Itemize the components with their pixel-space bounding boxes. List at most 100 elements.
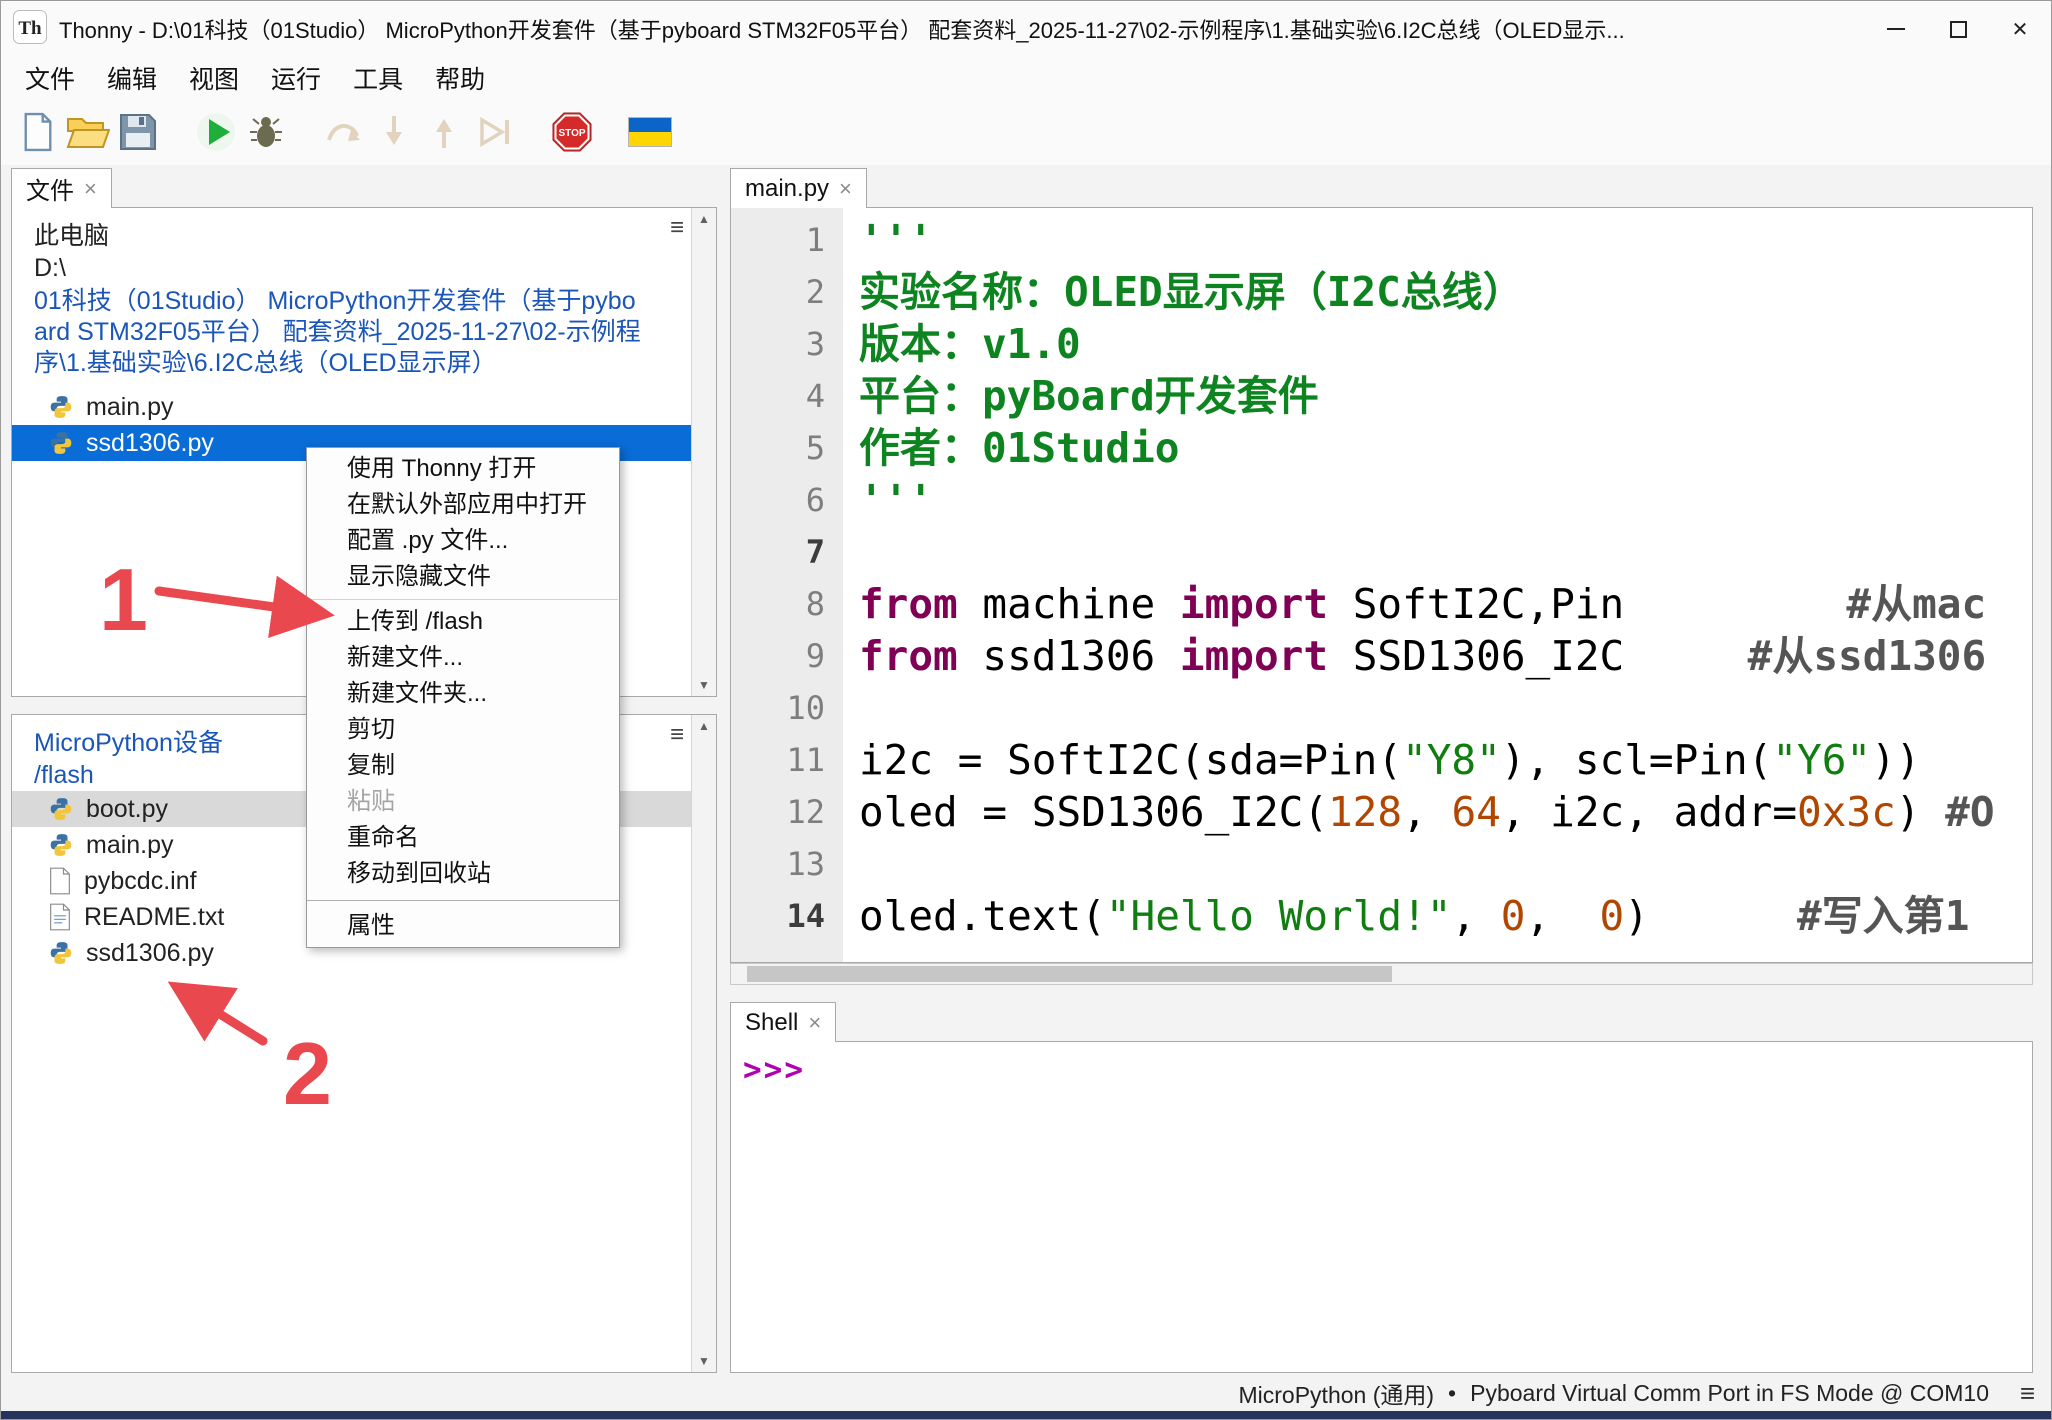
menu-tools[interactable]: 工具 <box>337 57 419 103</box>
context-menu-item[interactable]: 配置 .py 文件... <box>307 523 619 559</box>
files-panel-menu-icon[interactable]: ≡ <box>670 214 684 242</box>
ukraine-flag-icon <box>628 117 672 152</box>
file-icon <box>48 867 72 895</box>
status-interpreter[interactable]: MicroPython (通用) <box>1239 1376 1435 1410</box>
editor-horizontal-scrollbar[interactable] <box>730 963 2033 985</box>
shell-tab-label: Shell <box>745 1009 798 1037</box>
maximize-icon <box>1950 21 1967 38</box>
scroll-up-icon[interactable]: ▲ <box>692 719 716 733</box>
statusbar-menu-icon[interactable]: ≡ <box>2020 1378 2035 1409</box>
context-menu-item[interactable]: 上传到 /flash <box>307 604 619 640</box>
context-menu-item[interactable]: 重命名 <box>307 820 619 856</box>
code-line <box>859 838 2032 890</box>
scroll-up-icon[interactable]: ▲ <box>692 212 716 226</box>
tab-close-icon[interactable]: × <box>808 1010 821 1036</box>
scroll-down-icon[interactable]: ▼ <box>692 678 716 692</box>
python-icon <box>48 940 74 966</box>
tree-item-current-folder[interactable]: 01科技（01Studio） MicroPython开发套件（基于pyboard… <box>12 286 646 379</box>
menu-view[interactable]: 视图 <box>173 57 255 103</box>
context-menu-item[interactable]: 显示隐藏文件 <box>307 559 619 595</box>
menu-help[interactable]: 帮助 <box>419 57 501 103</box>
code-line <box>859 682 2032 734</box>
resume-button <box>471 109 517 159</box>
context-menu-item[interactable]: 属性 <box>307 908 619 944</box>
code-line <box>859 526 2032 578</box>
status-port[interactable]: Pyboard Virtual Comm Port in FS Mode @ C… <box>1470 1380 1989 1407</box>
file-name: README.txt <box>84 903 224 932</box>
open-file-button[interactable] <box>65 109 111 159</box>
svg-text:STOP: STOP <box>558 128 585 139</box>
status-bullet: • <box>1448 1380 1456 1407</box>
files-scrollbar[interactable]: ▲ ▼ <box>691 208 716 696</box>
menubar: 文件编辑视图运行工具帮助 <box>1 57 2051 103</box>
code-line: ''' <box>859 214 2032 266</box>
files-panel-tab[interactable]: 文件 × <box>11 168 112 208</box>
statusbar: MicroPython (通用) • Pyboard Virtual Comm … <box>1 1375 2051 1411</box>
menu-file[interactable]: 文件 <box>9 57 91 103</box>
line-number-gutter: 1234567891011121314 <box>731 208 843 962</box>
tree-item-drive-d[interactable]: D:\ <box>12 252 692 284</box>
context-menu-item[interactable]: 复制 <box>307 748 619 784</box>
file-name: ssd1306.py <box>86 429 214 458</box>
context-menu-item[interactable]: 移动到回收站 <box>307 856 619 892</box>
editor-tab[interactable]: main.py × <box>730 168 867 208</box>
menu-edit[interactable]: 编辑 <box>91 57 173 103</box>
shell-panel[interactable]: >>> <box>730 1041 2033 1373</box>
step-over-button <box>321 109 367 159</box>
line-number: 1 <box>731 214 843 266</box>
resume-icon <box>474 112 514 157</box>
tab-close-icon[interactable]: × <box>839 176 852 202</box>
run-button[interactable] <box>193 109 239 159</box>
close-button[interactable]: ✕ <box>1989 1 2051 57</box>
thonny-window: Th Thonny - D:\01科技（01Studio） MicroPytho… <box>0 0 2052 1420</box>
textfile-icon <box>48 903 72 931</box>
svg-text:Th: Th <box>18 18 42 39</box>
code-area[interactable]: '''实验名称：OLED显示屏（I2C总线）版本：v1.0平台：pyBoard开… <box>843 208 2032 962</box>
scroll-down-icon[interactable]: ▼ <box>692 1354 716 1368</box>
run-icon <box>196 112 236 157</box>
debug-bug-icon <box>246 112 286 157</box>
code-editor[interactable]: 1234567891011121314 '''实验名称：OLED显示屏（I2C总… <box>730 207 2033 963</box>
code-line: oled = SSD1306_I2C(128, 64, i2c, addr=0x… <box>859 786 2032 838</box>
minimize-button[interactable] <box>1865 1 1927 57</box>
tree-item-this-pc[interactable]: 此电脑 <box>12 220 692 252</box>
python-icon <box>48 394 74 420</box>
context-menu-item: 粘贴 <box>307 784 619 820</box>
context-menu-item[interactable]: 新建文件... <box>307 640 619 676</box>
context-menu-item[interactable]: 在默认外部应用中打开 <box>307 487 619 523</box>
line-number: 7 <box>731 526 843 578</box>
line-number: 5 <box>731 422 843 474</box>
context-menu-item[interactable]: 使用 Thonny 打开 <box>307 451 619 487</box>
line-number: 13 <box>731 838 843 890</box>
stop-button[interactable]: STOP <box>549 109 595 159</box>
scrollbar-thumb[interactable] <box>747 966 1392 982</box>
new-file-button[interactable] <box>15 109 61 159</box>
step-into-icon <box>374 112 414 157</box>
file-name: main.py <box>86 393 174 422</box>
line-number: 14 <box>731 890 843 942</box>
save-icon <box>119 113 157 156</box>
file-name: ssd1306.py <box>86 939 214 968</box>
code-line: ''' <box>859 474 2032 526</box>
line-number: 12 <box>731 786 843 838</box>
editor-tab-label: main.py <box>745 175 829 203</box>
file-main.py[interactable]: main.py <box>12 389 692 425</box>
code-line: i2c = SoftI2C(sda=Pin("Y8"), scl=Pin("Y6… <box>859 734 2032 786</box>
device-panel-menu-icon[interactable]: ≡ <box>670 721 684 749</box>
context-menu-item[interactable]: 新建文件夹... <box>307 676 619 712</box>
save-button[interactable] <box>115 109 161 159</box>
shell-tab[interactable]: Shell × <box>730 1002 836 1042</box>
menu-run[interactable]: 运行 <box>255 57 337 103</box>
device-scrollbar[interactable]: ▲ ▼ <box>691 715 716 1372</box>
debug-button[interactable] <box>243 109 289 159</box>
new-file-icon <box>21 112 55 157</box>
tab-close-icon[interactable]: × <box>84 176 97 202</box>
language-flag-button[interactable] <box>627 109 673 159</box>
line-number: 9 <box>731 630 843 682</box>
maximize-button[interactable] <box>1927 1 1989 57</box>
context-menu-item[interactable]: 剪切 <box>307 712 619 748</box>
open-folder-icon <box>66 114 110 155</box>
window-title: Thonny - D:\01科技（01Studio） MicroPython开发… <box>59 13 2051 45</box>
step-over-icon <box>324 112 364 157</box>
code-line: 版本：v1.0 <box>859 318 2032 370</box>
